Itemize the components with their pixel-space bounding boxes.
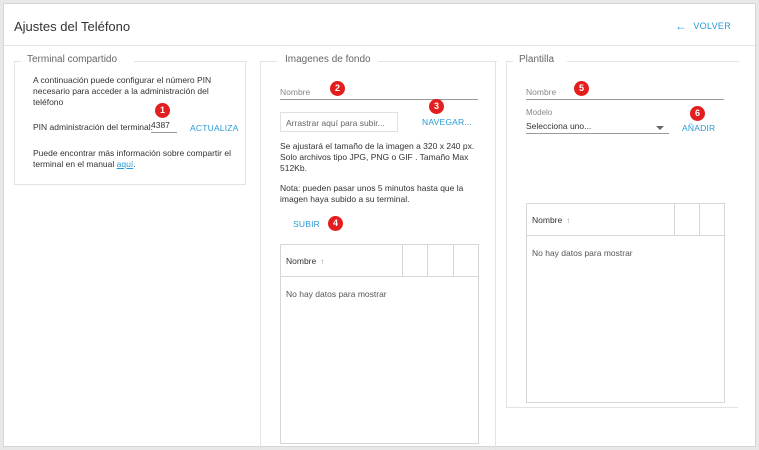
- column-divider: [402, 245, 403, 277]
- column-header-label: Nombre: [532, 215, 563, 225]
- callout-badge-5: 5: [574, 81, 589, 96]
- model-label: Modelo: [526, 108, 553, 117]
- manual-link[interactable]: aquí: [117, 159, 134, 169]
- empty-table-message: No hay datos para mostrar: [532, 248, 633, 258]
- column-header-name[interactable]: Nombre ↑: [532, 215, 570, 225]
- pin-value: 4387: [151, 120, 170, 130]
- template-table: Nombre ↑ No hay datos para mostrar: [526, 203, 725, 403]
- column-divider: [453, 245, 454, 277]
- background-name-input[interactable]: Nombre: [280, 85, 478, 100]
- table-header: Nombre ↑: [281, 245, 478, 277]
- panel-border-right: [567, 61, 739, 62]
- panel-border-left: [260, 61, 277, 62]
- column-header-name[interactable]: Nombre ↑: [286, 256, 324, 266]
- page-title: Ajustes del Teléfono: [14, 19, 131, 34]
- image-size-info: Se ajustará el tamaño de la imagen a 320…: [280, 141, 475, 173]
- back-label: VOLVER: [693, 21, 731, 31]
- panel-border-right: [378, 61, 497, 62]
- template-panel: Plantilla Nombre 5 Modelo Selecciona uno…: [506, 54, 739, 408]
- file-drop-zone[interactable]: Arrastrar aquí para subir...: [280, 112, 398, 132]
- column-header-label: Nombre: [286, 256, 317, 266]
- model-select[interactable]: Selecciona uno...: [526, 120, 669, 134]
- backgrounds-panel: Imagenes de fondo Nombre 2 Arrastrar aqu…: [260, 54, 497, 450]
- terminal-panel: Terminal compartido A continuación puede…: [14, 54, 247, 185]
- name-placeholder: Nombre: [280, 87, 311, 97]
- pin-label: PIN administración del terminal:: [33, 122, 153, 132]
- panel-border-left: [506, 61, 513, 62]
- add-template-button[interactable]: AÑADIR: [682, 123, 715, 133]
- sort-arrow-up-icon: ↑: [320, 257, 325, 266]
- back-button[interactable]: ← VOLVER: [675, 18, 731, 33]
- empty-table-message: No hay datos para mostrar: [286, 289, 387, 299]
- top-bar: Ajustes del Teléfono ← VOLVER: [4, 4, 755, 46]
- column-divider: [699, 204, 700, 236]
- backgrounds-table: Nombre ↑ No hay datos para mostrar: [280, 244, 479, 444]
- browse-button[interactable]: NAVEGAR...: [422, 117, 472, 127]
- terminal-legend: Terminal compartido: [23, 54, 122, 65]
- sort-arrow-up-icon: ↑: [566, 216, 571, 225]
- chevron-down-icon: [656, 126, 664, 130]
- callout-badge-4: 4: [328, 216, 343, 231]
- upload-button[interactable]: SUBIR: [293, 219, 320, 229]
- column-divider: [674, 204, 675, 236]
- upload-note: Nota: pueden pasar unos 5 minutos hasta …: [280, 183, 464, 204]
- column-divider: [427, 245, 428, 277]
- arrow-left-icon: ←: [675, 18, 688, 33]
- callout-badge-2: 2: [330, 81, 345, 96]
- panel-border-left: [14, 61, 21, 62]
- more-info-text: Puede encontrar más información sobre co…: [33, 148, 243, 170]
- template-legend: Plantilla: [515, 54, 559, 65]
- backgrounds-legend: Imagenes de fondo: [281, 54, 375, 65]
- terminal-intro: A continuación puede configurar el númer…: [33, 75, 212, 107]
- model-selected: Selecciona uno...: [526, 121, 592, 131]
- callout-badge-3: 3: [429, 99, 444, 114]
- update-pin-button[interactable]: ACTUALIZA: [190, 123, 239, 133]
- callout-badge-1: 1: [155, 103, 170, 118]
- name-placeholder: Nombre: [526, 87, 557, 97]
- callout-badge-6: 6: [690, 106, 705, 121]
- pin-input[interactable]: 4387: [151, 119, 177, 133]
- table-header: Nombre ↑: [527, 204, 724, 236]
- more-info-post: .: [133, 159, 136, 169]
- template-name-input[interactable]: Nombre: [526, 85, 724, 100]
- panel-border-right: [134, 61, 247, 62]
